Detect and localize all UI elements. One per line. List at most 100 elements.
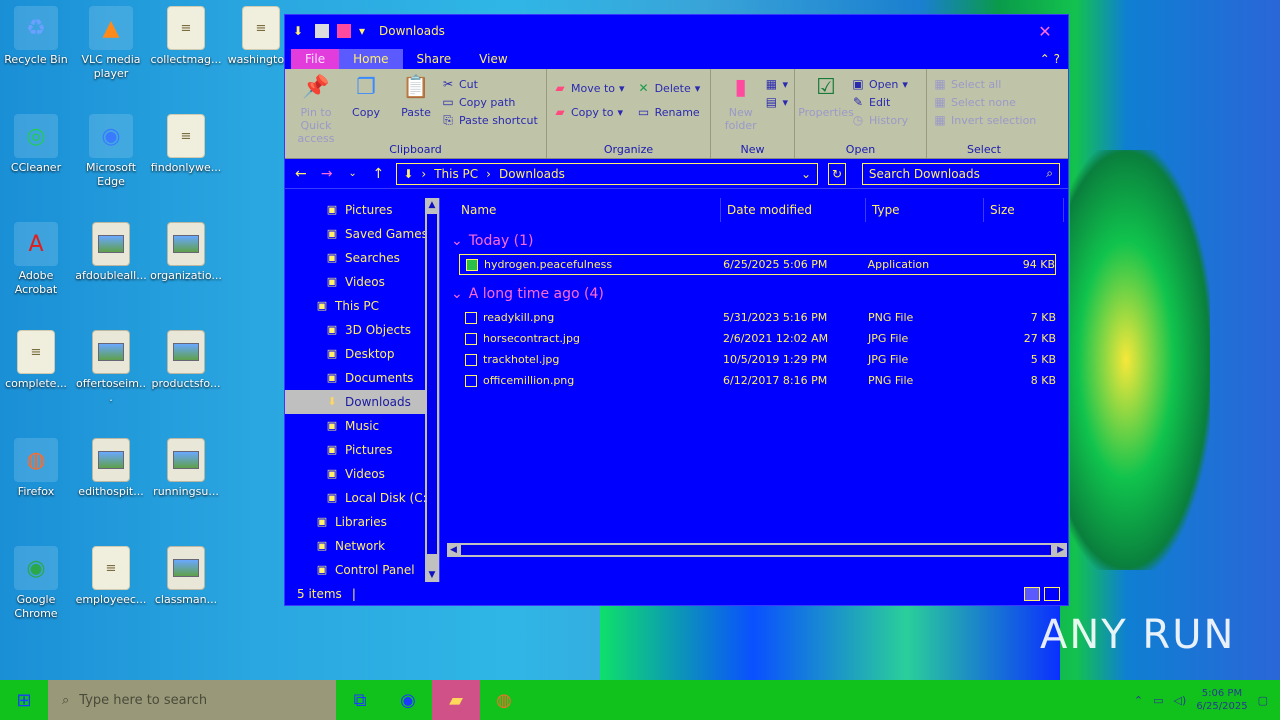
desktop-icon[interactable]: organizatio... bbox=[150, 222, 222, 283]
nav-item[interactable]: ▣ Searches bbox=[285, 246, 439, 270]
file-row[interactable]: hydrogen.peacefulness 6/25/2025 5:06 PM Ap… bbox=[459, 254, 1056, 275]
select-all-button[interactable]: ▦ Select all bbox=[933, 77, 1036, 91]
open-button[interactable]: ▣ Open ▾ bbox=[851, 77, 908, 91]
copy-to-button[interactable]: ▰ Copy to ▾ bbox=[553, 105, 625, 119]
nav-item[interactable]: ⬇ Downloads bbox=[285, 390, 439, 414]
column-size[interactable]: Size bbox=[984, 198, 1064, 222]
nav-item[interactable]: ▣ 3D Objects bbox=[285, 318, 439, 342]
desktop-icon[interactable]: ◎ CCleaner bbox=[0, 114, 72, 175]
desktop-icon[interactable]: A Adobe Acrobat bbox=[0, 222, 72, 297]
help-icon[interactable]: ? bbox=[1054, 52, 1060, 66]
desktop-icon[interactable]: ≡ employeec... bbox=[75, 546, 147, 607]
scroll-left-icon[interactable]: ◀ bbox=[450, 543, 457, 557]
tray-chevron-icon[interactable]: ⌃ bbox=[1134, 694, 1143, 707]
copy-path-button[interactable]: ▭ Copy path bbox=[441, 95, 538, 109]
nav-item[interactable]: ▣ Saved Games bbox=[285, 222, 439, 246]
desktop-icon[interactable]: ≡ findonlywe... bbox=[150, 114, 222, 175]
group-header[interactable]: ⌄ Today (1) bbox=[445, 228, 1069, 254]
desktop-icon[interactable]: afdoubleall... bbox=[75, 222, 147, 283]
move-to-button[interactable]: ▰ Move to ▾ bbox=[553, 81, 624, 95]
refresh-button[interactable]: ↻ bbox=[828, 162, 846, 185]
cut-button[interactable]: ✂ Cut bbox=[441, 77, 538, 91]
close-button[interactable]: ✕ bbox=[1022, 22, 1068, 41]
pin-quick-access-button[interactable]: 📌 Pin to Quick access bbox=[291, 73, 341, 145]
column-name[interactable]: Name bbox=[461, 198, 721, 222]
search-box[interactable]: Search Downloads ⌕ bbox=[861, 162, 1060, 185]
paste-button[interactable]: 📋 Paste bbox=[391, 73, 441, 140]
desktop-icon[interactable]: ◉ Google Chrome bbox=[0, 546, 72, 621]
network-tray-icon[interactable]: ▭ bbox=[1153, 694, 1163, 707]
edit-button[interactable]: ✎ Edit bbox=[851, 95, 908, 109]
nav-scrollbar[interactable]: ▲ ▼ bbox=[425, 198, 439, 582]
back-button[interactable]: ← bbox=[293, 166, 309, 182]
file-row[interactable]: trackhotel.jpg 10/5/2019 1:29 PM JPG File 5… bbox=[459, 349, 1056, 370]
new-item-button[interactable]: ▦ ▾ bbox=[764, 77, 788, 91]
column-type[interactable]: Type bbox=[866, 198, 984, 222]
scroll-thumb[interactable] bbox=[427, 214, 437, 554]
desktop-icon[interactable]: ▲ VLC media player bbox=[75, 6, 147, 81]
volume-icon[interactable]: ◁) bbox=[1174, 694, 1187, 707]
rename-button[interactable]: ▭ Rename bbox=[637, 105, 701, 119]
nav-item[interactable]: ▣ Control Panel bbox=[285, 558, 439, 582]
taskbar-edge[interactable]: ◉ bbox=[384, 680, 432, 720]
nav-item[interactable]: ▣ Desktop bbox=[285, 342, 439, 366]
invert-selection-button[interactable]: ▦ Invert selection bbox=[933, 113, 1036, 127]
recent-locations-icon[interactable]: ⌄ bbox=[345, 168, 361, 179]
tab-home[interactable]: Home bbox=[339, 49, 403, 69]
taskbar-file-explorer[interactable]: ▰ bbox=[432, 680, 480, 720]
scroll-down-icon[interactable]: ▼ bbox=[425, 568, 439, 582]
scroll-right-icon[interactable]: ▶ bbox=[1057, 543, 1064, 557]
desktop-icon[interactable]: ♻ Recycle Bin bbox=[0, 6, 72, 67]
clock[interactable]: 5:06 PM 6/25/2025 bbox=[1196, 687, 1247, 713]
details-view-icon[interactable] bbox=[1024, 587, 1040, 601]
tab-file[interactable]: File bbox=[291, 49, 340, 69]
nav-item[interactable]: ▣ Videos bbox=[285, 270, 439, 294]
nav-item[interactable]: ▣ Network bbox=[285, 534, 439, 558]
select-none-button[interactable]: ▦ Select none bbox=[933, 95, 1036, 109]
taskbar-search[interactable]: ⌕ Type here to search bbox=[48, 680, 336, 720]
file-row[interactable]: readykill.png 5/31/2023 5:16 PM PNG File 7 … bbox=[459, 307, 1056, 328]
paste-shortcut-button[interactable]: ⎘ Paste shortcut bbox=[441, 113, 538, 127]
nav-item[interactable]: ▣ Libraries bbox=[285, 510, 439, 534]
new-folder-button[interactable]: ▮ New folder bbox=[717, 73, 764, 140]
file-row[interactable]: officemillion.png 6/12/2017 8:16 PM PNG Fi… bbox=[459, 370, 1056, 391]
taskbar-firefox[interactable]: ◍ bbox=[480, 680, 528, 720]
copy-button[interactable]: ❐ Copy bbox=[341, 73, 391, 140]
desktop-icon[interactable]: productsfo... bbox=[150, 330, 222, 391]
collapse-chevron-icon[interactable]: ⌄ bbox=[451, 286, 463, 302]
desktop-icon[interactable]: ≡ complete... bbox=[0, 330, 72, 391]
column-date-modified[interactable]: Date modified bbox=[721, 198, 866, 222]
scroll-up-icon[interactable]: ▲ bbox=[425, 198, 439, 212]
nav-item[interactable]: ▣ Local Disk (C:) bbox=[285, 486, 439, 510]
breadcrumb-downloads[interactable]: Downloads bbox=[499, 167, 565, 181]
group-header[interactable]: ⌄ A long time ago (4) bbox=[445, 281, 1069, 307]
horizontal-scrollbar[interactable]: ◀ ▶ bbox=[447, 543, 1067, 557]
nav-item[interactable]: ▣ Pictures bbox=[285, 438, 439, 462]
address-dropdown-icon[interactable]: ⌄ bbox=[801, 167, 811, 181]
properties-button[interactable]: ☑ Properties bbox=[798, 73, 854, 140]
quick-access-dropdown-icon[interactable]: ▾ bbox=[359, 24, 365, 38]
start-button[interactable]: ⊞ bbox=[0, 680, 48, 720]
nav-item[interactable]: ▣ This PC bbox=[285, 294, 439, 318]
history-button[interactable]: ◷ History bbox=[851, 113, 908, 127]
forward-button[interactable]: → bbox=[319, 166, 335, 182]
nav-item[interactable]: ▣ Videos bbox=[285, 462, 439, 486]
collapse-ribbon-icon[interactable]: ⌃ bbox=[1040, 52, 1050, 66]
nav-item[interactable]: ▣ Music bbox=[285, 414, 439, 438]
notifications-icon[interactable]: ▢ bbox=[1258, 694, 1268, 707]
address-bar[interactable]: ⬇ › This PC › Downloads ⌄ bbox=[396, 162, 819, 185]
desktop-icon[interactable]: runningsu... bbox=[150, 438, 222, 499]
tab-view[interactable]: View bbox=[465, 49, 521, 69]
properties-quick-icon[interactable] bbox=[315, 24, 329, 38]
h-scroll-thumb[interactable] bbox=[461, 545, 1051, 555]
desktop-icon[interactable]: ≡ collectmag... bbox=[150, 6, 222, 67]
desktop-icon[interactable]: edithospit... bbox=[75, 438, 147, 499]
easy-access-button[interactable]: ▤ ▾ bbox=[764, 95, 788, 109]
desktop-icon[interactable]: ◍ Firefox bbox=[0, 438, 72, 499]
large-icons-view-icon[interactable] bbox=[1044, 587, 1060, 601]
desktop-icon[interactable]: offertoseim... bbox=[75, 330, 147, 405]
task-view-button[interactable]: ⧉ bbox=[336, 680, 384, 720]
up-button[interactable]: ↑ bbox=[370, 166, 386, 182]
desktop-icon[interactable]: ◉ Microsoft Edge bbox=[75, 114, 147, 189]
new-folder-quick-icon[interactable] bbox=[337, 24, 351, 38]
